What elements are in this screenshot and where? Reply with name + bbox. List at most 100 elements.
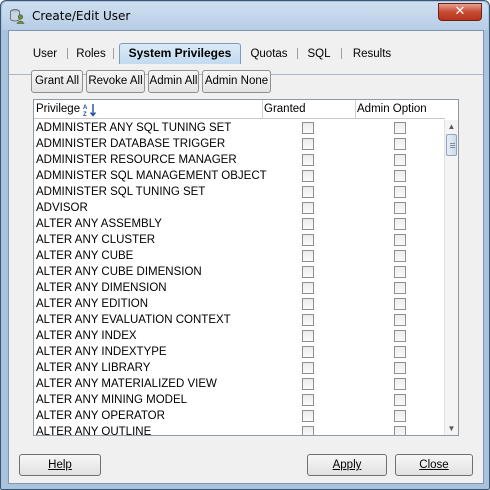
granted-checkbox[interactable] (302, 154, 314, 166)
admin-option-checkbox[interactable] (394, 202, 406, 214)
privilege-name: ADMINISTER RESOURCE MANAGER (36, 154, 237, 166)
admin-option-checkbox[interactable] (394, 122, 406, 134)
table-row[interactable]: ALTER ANY EVALUATION CONTEXT (34, 312, 445, 328)
privilege-name: ALTER ANY DIMENSION (36, 282, 167, 294)
table-row[interactable]: ALTER ANY DIMENSION (34, 280, 445, 296)
granted-checkbox[interactable] (302, 138, 314, 150)
column-header-privilege[interactable]: Privilege (34, 100, 262, 119)
admin-option-checkbox[interactable] (394, 298, 406, 310)
admin-option-checkbox[interactable] (394, 330, 406, 342)
svg-text:A: A (83, 105, 88, 111)
privilege-name: ALTER ANY CLUSTER (36, 234, 156, 246)
tab-bar: User Roles System Privileges Quotas SQL … (9, 43, 483, 75)
admin-option-checkbox[interactable] (394, 234, 406, 246)
granted-checkbox[interactable] (302, 170, 314, 182)
granted-checkbox[interactable] (302, 426, 314, 435)
granted-checkbox[interactable] (302, 234, 314, 246)
admin-option-checkbox[interactable] (394, 266, 406, 278)
table-header: Privilege A Z Granted Admin Option (34, 100, 445, 119)
table-row[interactable]: ALTER ANY OUTLINE (34, 424, 445, 435)
granted-checkbox[interactable] (302, 362, 314, 374)
table-row[interactable]: ALTER ANY CLUSTER (34, 232, 445, 248)
table-row[interactable]: ADMINISTER DATABASE TRIGGER (34, 136, 445, 152)
admin-option-checkbox[interactable] (394, 218, 406, 230)
privilege-name: ADMINISTER ANY SQL TUNING SET (36, 122, 232, 134)
tab-system-privileges[interactable]: System Privileges (119, 43, 241, 64)
table-row[interactable]: ALTER ANY INDEX (34, 328, 445, 344)
admin-option-checkbox[interactable] (394, 426, 406, 435)
table-row[interactable]: ALTER ANY LIBRARY (34, 360, 445, 376)
admin-option-checkbox[interactable] (394, 394, 406, 406)
tab-roles[interactable]: Roles (75, 45, 107, 63)
table-row[interactable]: ALTER ANY OPERATOR (34, 408, 445, 424)
granted-checkbox[interactable] (302, 394, 314, 406)
tab-quotas[interactable]: Quotas (249, 45, 289, 63)
tab-separator (341, 48, 342, 59)
grant-all-button[interactable]: Grant All (31, 70, 83, 93)
help-button[interactable]: Help (19, 454, 101, 476)
privilege-name: ALTER ANY INDEXTYPE (36, 346, 167, 358)
admin-option-checkbox[interactable] (394, 186, 406, 198)
granted-checkbox[interactable] (302, 346, 314, 358)
admin-option-checkbox[interactable] (394, 170, 406, 182)
tab-results[interactable]: Results (349, 45, 395, 63)
admin-option-checkbox[interactable] (394, 346, 406, 358)
admin-option-checkbox[interactable] (394, 410, 406, 422)
table-row[interactable]: ALTER ANY CUBE DIMENSION (34, 264, 445, 280)
granted-checkbox[interactable] (302, 282, 314, 294)
table-row[interactable]: ALTER ANY MINING MODEL (34, 392, 445, 408)
table-row[interactable]: ALTER ANY ASSEMBLY (34, 216, 445, 232)
admin-option-checkbox[interactable] (394, 314, 406, 326)
close-icon: ✕ (454, 4, 466, 19)
granted-checkbox[interactable] (302, 186, 314, 198)
privilege-name: ALTER ANY ASSEMBLY (36, 218, 162, 230)
privilege-name: ALTER ANY MATERIALIZED VIEW (36, 378, 217, 390)
admin-none-button[interactable]: Admin None (202, 70, 271, 93)
scroll-up-icon[interactable]: ▲ (445, 120, 458, 134)
admin-option-checkbox[interactable] (394, 378, 406, 390)
table-row[interactable]: ADMINISTER RESOURCE MANAGER (34, 152, 445, 168)
sort-az-icon[interactable]: A Z (83, 103, 97, 117)
revoke-all-button[interactable]: Revoke All (86, 70, 145, 93)
granted-checkbox[interactable] (302, 378, 314, 390)
table-row[interactable]: ALTER ANY MATERIALIZED VIEW (34, 376, 445, 392)
granted-checkbox[interactable] (302, 330, 314, 342)
table-row[interactable]: ADVISOR (34, 200, 445, 216)
granted-checkbox[interactable] (302, 266, 314, 278)
granted-checkbox[interactable] (302, 250, 314, 262)
admin-option-checkbox[interactable] (394, 282, 406, 294)
admin-all-button[interactable]: Admin All (148, 70, 199, 93)
dialog-body: User Roles System Privileges Quotas SQL … (8, 30, 484, 484)
granted-checkbox[interactable] (302, 218, 314, 230)
admin-option-checkbox[interactable] (394, 362, 406, 374)
tab-user[interactable]: User (31, 45, 59, 63)
table-row[interactable]: ALTER ANY INDEXTYPE (34, 344, 445, 360)
window-close-button[interactable]: ✕ (438, 3, 482, 21)
granted-checkbox[interactable] (302, 122, 314, 134)
table-row[interactable]: ALTER ANY CUBE (34, 248, 445, 264)
table-row[interactable]: ADMINISTER ANY SQL TUNING SET (34, 120, 445, 136)
close-button[interactable]: Close (395, 454, 473, 476)
column-header-admin-option[interactable]: Admin Option (355, 100, 445, 119)
granted-checkbox[interactable] (302, 202, 314, 214)
granted-checkbox[interactable] (302, 410, 314, 422)
scrollbar-thumb[interactable] (446, 134, 457, 156)
vertical-scrollbar[interactable]: ▲ ▼ (444, 120, 458, 435)
tab-sql[interactable]: SQL (305, 45, 333, 63)
title-bar[interactable]: Create/Edit User ✕ (2, 2, 488, 30)
granted-checkbox[interactable] (302, 314, 314, 326)
table-row[interactable]: ADMINISTER SQL TUNING SET (34, 184, 445, 200)
apply-button[interactable]: Apply (307, 454, 387, 476)
help-label: Help (48, 459, 72, 471)
tab-separator (67, 48, 68, 59)
scroll-down-icon[interactable]: ▼ (445, 422, 458, 435)
column-header-granted[interactable]: Granted (262, 100, 355, 119)
table-row[interactable]: ALTER ANY EDITION (34, 296, 445, 312)
admin-option-checkbox[interactable] (394, 250, 406, 262)
tab-separator (297, 48, 298, 59)
admin-option-checkbox[interactable] (394, 154, 406, 166)
column-label: Privilege (36, 103, 81, 115)
granted-checkbox[interactable] (302, 298, 314, 310)
admin-option-checkbox[interactable] (394, 138, 406, 150)
table-row[interactable]: ADMINISTER SQL MANAGEMENT OBJECT (34, 168, 445, 184)
